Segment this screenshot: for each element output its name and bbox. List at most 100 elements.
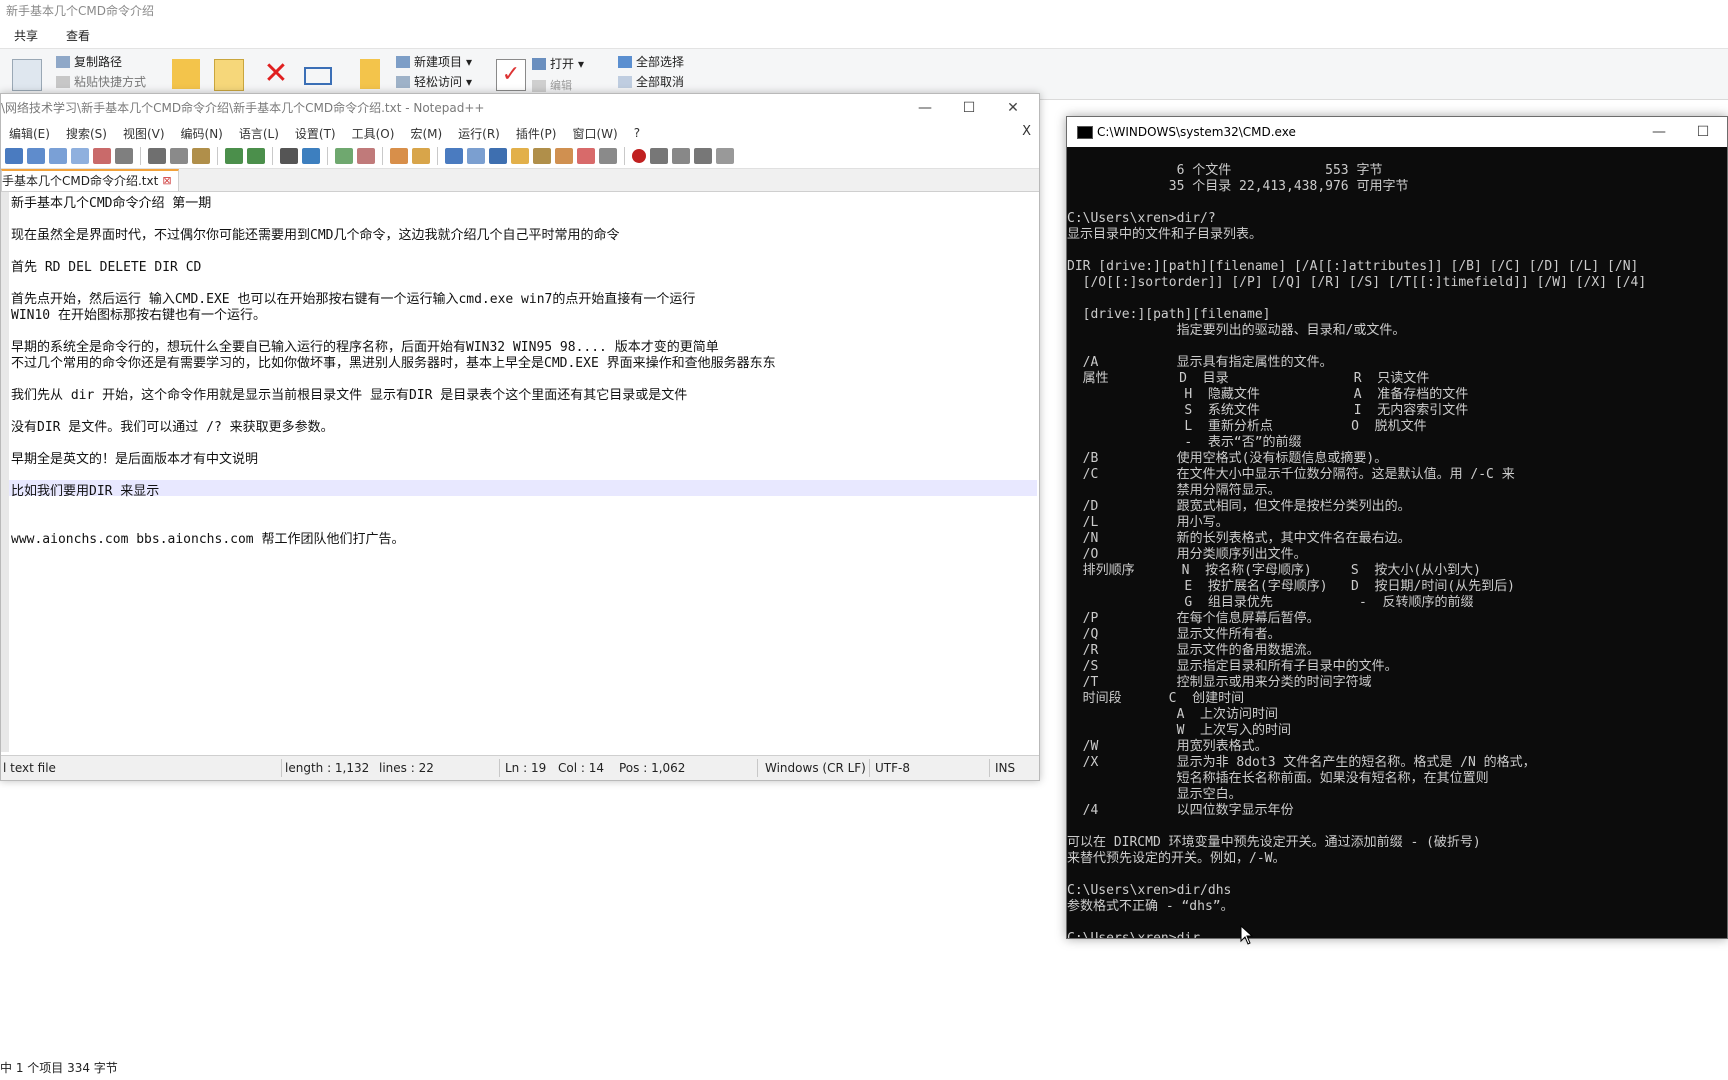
console-line: /Q 显示文件所有者。 (1067, 627, 1281, 642)
status-position: Pos : 1,062 (619, 761, 686, 775)
select-none-button[interactable]: 全部取消 (618, 73, 684, 91)
zoom-out-icon[interactable] (357, 148, 375, 164)
menu-search[interactable]: 搜索(S) (58, 125, 115, 142)
console-line: DIR [drive:][path][filename] [/A[[:]attr… (1067, 259, 1639, 274)
function-list-icon[interactable] (533, 148, 551, 164)
delete-icon[interactable]: ✕ (262, 59, 290, 89)
copy-to-icon[interactable] (214, 59, 244, 91)
notepadpp-status-bar: l text file length : 1,132 lines : 22 Ln… (1, 755, 1039, 780)
menu-language[interactable]: 语言(L) (231, 125, 287, 142)
close-file-icon[interactable] (93, 148, 111, 164)
open-button[interactable]: 打开 ▾ (532, 55, 584, 73)
save-macro-icon[interactable] (716, 148, 734, 164)
folder-workspace-icon[interactable] (555, 148, 573, 164)
console-line: 显示目录中的文件和子目录列表。 (1067, 227, 1263, 242)
play-macro-icon[interactable] (672, 148, 690, 164)
move-to-icon[interactable] (172, 59, 200, 89)
play-multiple-icon[interactable] (694, 148, 712, 164)
status-separator (281, 759, 282, 777)
cmd-console-output[interactable]: 6 个文件 553 字节 35 个目录 22,413,438,976 可用字节 C… (1067, 147, 1727, 938)
open-file-icon[interactable] (27, 148, 45, 164)
console-line: /B 使用空格式(没有标题信息或摘要)。 (1067, 451, 1388, 466)
console-line: G 组目录优先 - 反转顺序的前缀 (1067, 595, 1474, 610)
console-line: C:\Users\xren>dir/dhs (1067, 883, 1232, 898)
open-icon (532, 58, 546, 70)
toolbar-separator (140, 147, 141, 165)
maximize-icon[interactable]: ☐ (1681, 118, 1725, 146)
record-macro-icon[interactable] (632, 149, 646, 163)
new-folder-icon[interactable] (360, 59, 380, 89)
editor-line: www.aionchs.com bbs.aionchs.com 帮工作团队他们打… (11, 532, 405, 547)
paste-shortcut-button[interactable]: 粘贴快捷方式 (56, 73, 146, 91)
menu-edit[interactable]: 编辑(E) (1, 125, 58, 142)
redo-icon[interactable] (247, 148, 265, 164)
console-line: C:\Users\xren>dir/? (1067, 211, 1216, 226)
paste-icon[interactable] (192, 148, 210, 164)
menu-settings[interactable]: 设置(T) (287, 125, 344, 142)
minimize-icon[interactable]: — (903, 94, 947, 122)
notepadpp-window: \网络技术学习\新手基本几个CMD命令介绍\新手基本几个CMD命令介绍.txt … (0, 93, 1040, 781)
close-document-button[interactable]: X (1022, 124, 1031, 139)
menu-window[interactable]: 窗口(W) (564, 125, 625, 142)
menu-macro[interactable]: 宏(M) (402, 125, 450, 142)
word-wrap-icon[interactable] (445, 148, 463, 164)
cmd-title-bar: C:\WINDOWS\system32\CMD.exe — ☐ (1067, 117, 1727, 147)
tab-share[interactable]: 共享 (0, 24, 52, 48)
save-icon[interactable] (49, 148, 67, 164)
easy-access-button[interactable]: 轻松访问 ▾ (396, 73, 472, 91)
editor-line: 我们先从 dir 开始，这个命令作用就是显示当前根目录文件 显示有DIR 是目录… (11, 388, 688, 403)
monitoring-icon[interactable] (599, 148, 617, 164)
zoom-in-icon[interactable] (335, 148, 353, 164)
find-icon[interactable] (280, 148, 298, 164)
new-item-icon (396, 56, 410, 68)
undo-icon[interactable] (225, 148, 243, 164)
maximize-icon[interactable]: ☐ (947, 94, 991, 122)
copy-icon[interactable] (170, 148, 188, 164)
menu-help[interactable]: ? (626, 126, 648, 140)
console-line: W 上次写入的时间 (1067, 723, 1292, 738)
console-line: 6 个文件 553 字节 (1067, 163, 1383, 178)
new-file-icon[interactable] (5, 148, 23, 164)
editor-line: 早期全是英文的！是后面版本才有中文说明 (11, 452, 259, 467)
minimize-icon[interactable]: — (1637, 118, 1681, 146)
paste-shortcut-icon (56, 76, 70, 88)
properties-icon[interactable]: ✓ (496, 59, 526, 91)
toolbar-separator (382, 147, 383, 165)
sync-vertical-icon[interactable] (390, 148, 408, 164)
rename-icon[interactable] (304, 67, 332, 85)
mouse-cursor-icon (1240, 925, 1254, 945)
indent-guide-icon[interactable] (489, 148, 507, 164)
console-line: /W 用宽列表格式。 (1067, 739, 1268, 754)
toolbar-separator (624, 147, 625, 165)
tab-close-icon[interactable]: ⊠ (162, 171, 171, 191)
select-all-button[interactable]: 全部选择 (618, 53, 684, 71)
editor-line: WIN10 在开始图标那按右键也有一个运行。 (11, 308, 266, 323)
menu-view[interactable]: 视图(V) (115, 125, 173, 142)
stop-macro-icon[interactable] (650, 148, 668, 164)
replace-icon[interactable] (302, 148, 320, 164)
text-editor[interactable]: 新手基本几个CMD命令介绍 第一期 现在虽然全是界面时代，不过偶尔你可能还需要用到… (1, 192, 1039, 752)
sync-horizontal-icon[interactable] (412, 148, 430, 164)
new-item-label: 新建项目 (414, 55, 463, 69)
cut-icon[interactable] (148, 148, 166, 164)
save-all-icon[interactable] (71, 148, 89, 164)
clipboard-icon[interactable] (12, 59, 42, 91)
menu-encoding[interactable]: 编码(N) (173, 125, 231, 142)
console-line: /X 显示为非 8dot3 文件名产生的短名称。格式是 /N 的格式， (1067, 755, 1536, 770)
print-icon[interactable] (115, 148, 133, 164)
new-item-button[interactable]: 新建项目 ▾ (396, 53, 472, 71)
document-map-icon[interactable] (511, 148, 529, 164)
notepadpp-toolbar (1, 144, 1039, 169)
copy-path-button[interactable]: 复制路径 (56, 53, 122, 71)
show-all-chars-icon[interactable] (467, 148, 485, 164)
menu-run[interactable]: 运行(R) (450, 125, 508, 142)
tab-view[interactable]: 查看 (52, 24, 104, 48)
close-icon[interactable]: ✕ (991, 94, 1035, 122)
document-tab[interactable]: 手基本几个CMD命令介绍.txt ⊠ (1, 169, 179, 191)
menu-tools[interactable]: 工具(O) (344, 125, 403, 142)
explorer-ribbon-tabs: 共享 查看 (0, 24, 104, 48)
file-browser-icon[interactable] (577, 148, 595, 164)
menu-plugins[interactable]: 插件(P) (508, 125, 565, 142)
toolbar-separator (272, 147, 273, 165)
console-line: - 表示“否”的前缀 (1067, 435, 1302, 450)
